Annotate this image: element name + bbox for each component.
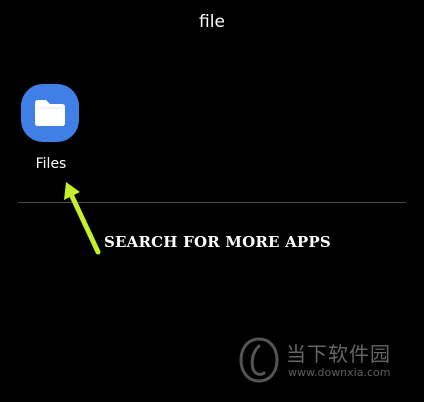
watermark-logo-icon (239, 337, 279, 383)
search-query-text[interactable]: file (0, 12, 424, 32)
app-label: Files (35, 156, 67, 172)
folder-icon (35, 100, 65, 126)
annotation-text: SEARCH FOR MORE APPS (104, 233, 331, 251)
watermark-title: 当下软件园 (286, 342, 391, 366)
watermark-url: www.downxia.com (288, 366, 391, 379)
files-app-icon[interactable] (21, 84, 79, 142)
app-result-files[interactable]: Files (20, 84, 82, 180)
annotation-arrow-icon (64, 182, 101, 255)
watermark: 当下软件园 www.downxia.com (238, 336, 408, 384)
